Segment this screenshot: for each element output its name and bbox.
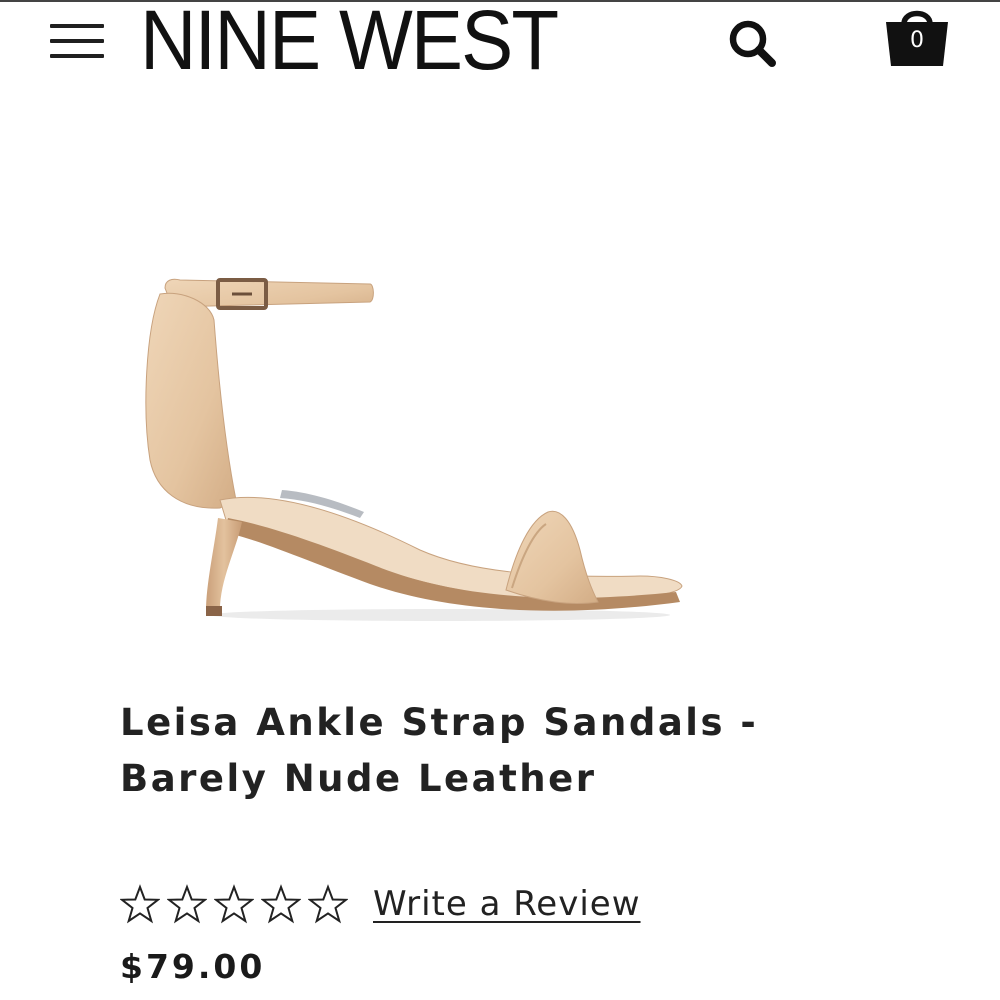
sandal-illustration (145, 278, 683, 621)
write-review-link[interactable]: Write a Review (373, 884, 641, 924)
cart-button[interactable]: 0 (880, 2, 954, 72)
star-outline-icon[interactable] (167, 884, 207, 924)
star-outline-icon[interactable] (214, 884, 254, 924)
cart-count-badge: 0 (910, 28, 924, 53)
star-outline-icon[interactable] (120, 884, 160, 924)
star-outline-icon[interactable] (261, 884, 301, 924)
hamburger-icon-bar (50, 54, 104, 58)
brand-logo[interactable]: NINE WEST (140, 0, 559, 82)
hamburger-icon-bar (50, 39, 104, 43)
search-icon (729, 20, 776, 67)
product-image[interactable] (120, 250, 720, 640)
menu-button[interactable] (48, 20, 106, 66)
hamburger-icon (50, 24, 104, 28)
star-rating[interactable] (120, 880, 355, 928)
star-outline-icon[interactable] (308, 884, 348, 924)
search-button[interactable] (722, 12, 782, 72)
product-price: $79.00 (120, 947, 266, 986)
product-title: Leisa Ankle Strap Sandals - Barely Nude … (120, 701, 759, 800)
